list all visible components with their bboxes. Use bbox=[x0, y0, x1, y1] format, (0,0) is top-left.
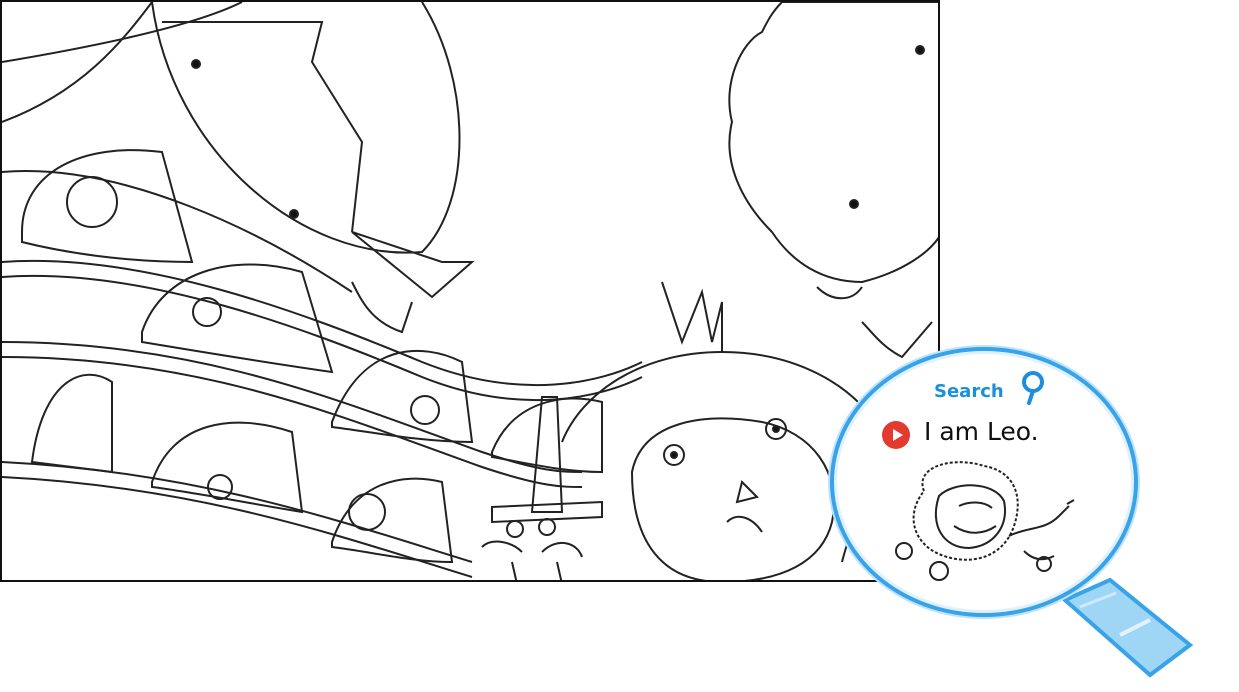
sentence-text: I am Leo. bbox=[924, 417, 1039, 446]
search-icon bbox=[1022, 371, 1044, 405]
magnifier-popup: Search I am Leo. bbox=[820, 345, 1220, 692]
scene-drawing bbox=[2, 2, 938, 580]
magnifier-lens: Search I am Leo. bbox=[830, 347, 1138, 617]
search-label: Search bbox=[934, 381, 1004, 402]
coloring-scene bbox=[0, 0, 940, 582]
play-audio-button[interactable] bbox=[882, 421, 910, 449]
lion-icon bbox=[895, 461, 1075, 581]
